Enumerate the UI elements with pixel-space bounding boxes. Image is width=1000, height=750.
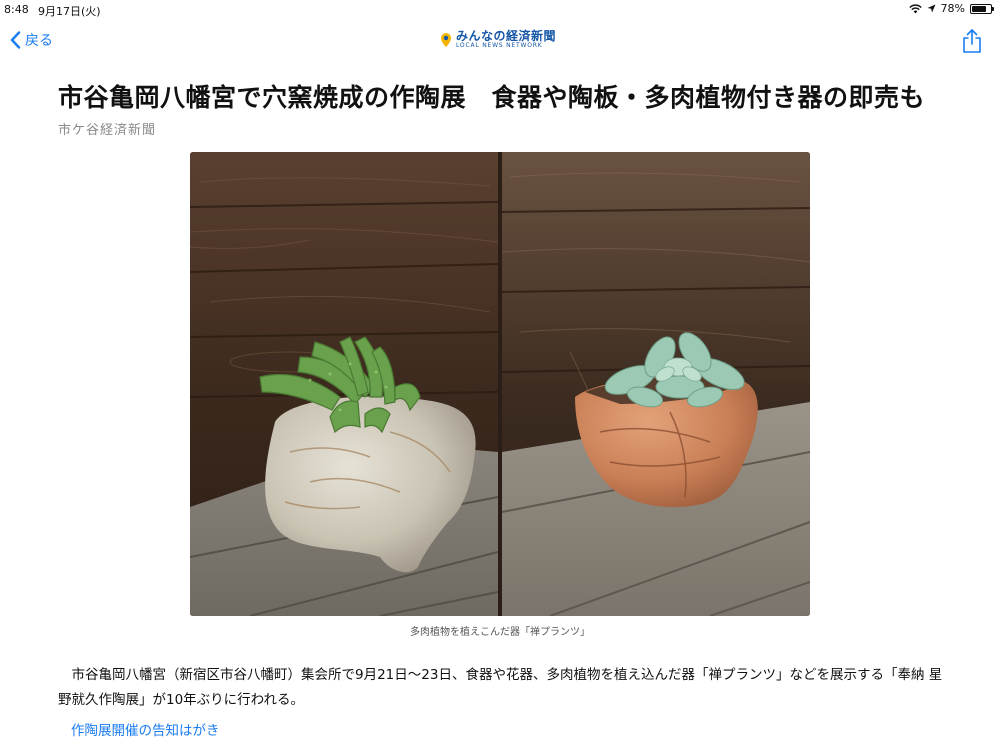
status-date: 9月17日(火) [38, 5, 101, 18]
related-link[interactable]: 作陶展開催の告知はがき [71, 719, 220, 739]
nav-bar: 戻る みんなの経済新聞 LOCAL NEWS NETWORK [0, 22, 1000, 60]
back-button[interactable]: 戻る [10, 30, 53, 50]
article-source: 市ケ谷経済新聞 [58, 123, 157, 138]
logo-title: みんなの経済新聞 [456, 29, 557, 43]
chevron-left-icon [10, 31, 21, 49]
logo-subtitle: LOCAL NEWS NETWORK [456, 42, 543, 49]
site-logo: みんなの経済新聞 LOCAL NEWS NETWORK [440, 30, 556, 49]
article-photo [190, 152, 810, 616]
status-time: 8:48 [4, 3, 29, 16]
back-label: 戻る [25, 33, 53, 49]
location-icon [927, 4, 936, 13]
battery-percent: 78% [940, 2, 965, 15]
status-right: 78% [908, 2, 994, 15]
article-body: 市谷亀岡八幡宮（新宿区市谷八幡町）集会所で9月21日～23日、食器や花器、多肉植… [58, 667, 943, 708]
photo-caption: 多肉植物を植えこんだ器「禅プランツ」 [410, 627, 590, 638]
wifi-icon [908, 3, 922, 13]
status-bar: 8:48 9月17日(火) 78% [0, 0, 1000, 20]
battery-icon [970, 3, 994, 14]
photo-illustration [190, 152, 810, 616]
share-icon [963, 29, 981, 53]
article-title: 市谷亀岡八幡宮で穴窯焼成の作陶展 食器や陶板・多肉植物付き器の即売も [58, 83, 926, 112]
logo-icon [441, 32, 451, 47]
battery-fill [972, 5, 986, 12]
share-button[interactable] [962, 28, 982, 58]
